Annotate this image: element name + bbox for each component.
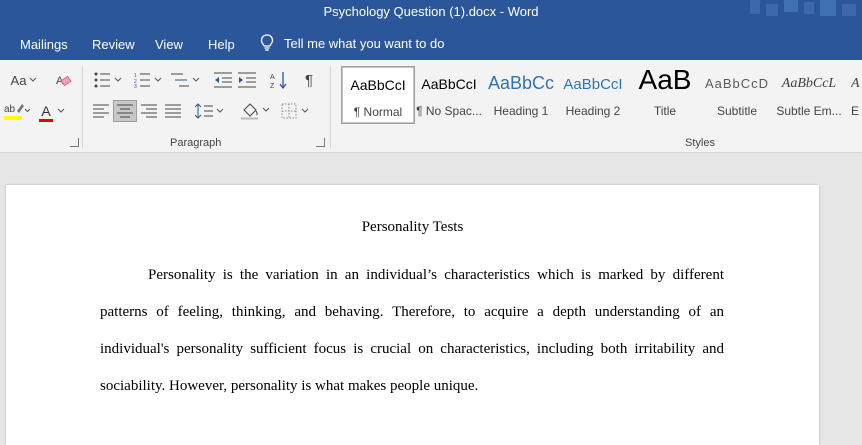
align-center-icon xyxy=(117,104,133,118)
clear-formatting-button[interactable]: A xyxy=(52,69,74,91)
paragraph-dialog-launcher[interactable] xyxy=(316,138,325,147)
multilevel-list-button[interactable] xyxy=(168,69,204,91)
style-normal[interactable]: AaBbCcI ¶ Normal xyxy=(341,66,415,124)
title-bar: Psychology Question (1).docx - Word xyxy=(0,0,862,28)
font-dialog-launcher[interactable] xyxy=(70,138,79,147)
styles-group-label: Styles xyxy=(685,137,715,149)
style-sample: AaBbCcI xyxy=(350,77,406,93)
paragraph-group-label: Paragraph xyxy=(170,137,222,149)
align-right-icon xyxy=(141,104,157,118)
style-subtitle[interactable]: AaBbCcD Subtitle xyxy=(701,66,773,122)
lightbulb-icon xyxy=(260,34,274,51)
style-sample: AaBbCc xyxy=(487,73,555,93)
numbering-button[interactable]: 1 2 3 xyxy=(130,69,166,91)
decrease-indent-icon xyxy=(214,72,232,88)
style-name: ¶ No Spac... xyxy=(416,104,482,118)
paragraph-line: individual's personality sufficient focu… xyxy=(100,341,724,357)
tab-mailings[interactable]: Mailings xyxy=(20,37,68,52)
style-name: Heading 2 xyxy=(565,104,621,118)
borders-icon xyxy=(281,103,309,119)
highlighter-icon: ab xyxy=(4,104,30,120)
borders-button[interactable] xyxy=(278,100,312,122)
decrease-indent-button[interactable] xyxy=(212,69,234,91)
align-right-button[interactable] xyxy=(138,100,160,122)
group-separator xyxy=(330,66,331,148)
document-paragraph: Personality is the variation in an indiv… xyxy=(100,257,724,405)
ribbon-tabs: Mailings Review View Help Tell me what y… xyxy=(0,28,862,60)
window-title: Psychology Question (1).docx - Word xyxy=(323,4,539,19)
font-color-swatch xyxy=(39,119,53,122)
paragraph-line: Personality is the variation in an indiv… xyxy=(148,267,724,283)
sort-button[interactable]: A Z xyxy=(268,69,290,91)
bullet-list-icon xyxy=(94,72,122,88)
style-sample: AaBbCcD xyxy=(704,76,770,91)
svg-text:Z: Z xyxy=(270,83,275,89)
sort-icon: A Z xyxy=(270,72,287,89)
shading-button[interactable] xyxy=(238,100,272,122)
style-sample: AaB xyxy=(638,64,692,95)
style-no-spacing[interactable]: AaBbCcI ¶ No Spac... xyxy=(413,66,485,122)
increase-indent-button[interactable] xyxy=(236,69,258,91)
paint-bucket-icon xyxy=(241,103,269,120)
change-case-button[interactable]: Aa xyxy=(8,69,40,91)
style-subtle-emphasis[interactable]: AaBbCcL Subtle Em... xyxy=(773,66,845,122)
svg-text:A: A xyxy=(270,74,275,81)
chevron-down-icon xyxy=(57,108,65,113)
style-name: Title xyxy=(653,104,677,118)
align-left-button[interactable] xyxy=(90,100,112,122)
font-color-button[interactable]: A xyxy=(38,100,68,122)
style-name: ¶ Normal xyxy=(353,105,403,119)
style-sample: A xyxy=(851,76,860,91)
tell-me-label: Tell me what you want to do xyxy=(284,35,445,51)
style-heading-1[interactable]: AaBbCc Heading 1 xyxy=(485,66,557,122)
tell-me-box[interactable]: Tell me what you want to do xyxy=(260,34,444,52)
highlight-color-button[interactable]: ab xyxy=(0,100,34,122)
ribbon: Aa A ab A 1 2 3 A Z ¶ Paragraph AaBbCcI … xyxy=(0,60,862,153)
tab-help[interactable]: Help xyxy=(208,37,235,52)
style-sample: AaBbCcL xyxy=(781,76,837,91)
align-left-icon xyxy=(93,104,109,118)
justify-button[interactable] xyxy=(162,100,184,122)
tab-view[interactable]: View xyxy=(155,37,183,52)
style-heading-2[interactable]: AaBbCcI Heading 2 xyxy=(557,66,629,122)
svg-text:ab: ab xyxy=(4,104,16,115)
chevron-down-icon xyxy=(30,77,37,82)
pilcrow-icon[interactable]: ¶ xyxy=(298,69,320,91)
tab-review[interactable]: Review xyxy=(92,37,135,52)
style-sample: AaBbCcI xyxy=(421,76,477,92)
line-spacing-icon xyxy=(195,103,223,119)
font-color-letter: A xyxy=(41,103,51,119)
line-spacing-button[interactable] xyxy=(192,100,226,122)
document-canvas: Personality Tests Personality is the var… xyxy=(0,153,862,445)
increase-indent-icon xyxy=(238,72,256,88)
style-name: E xyxy=(851,104,860,118)
style-emphasis-partial[interactable]: A E xyxy=(845,66,862,122)
style-title[interactable]: AaB Title xyxy=(629,64,701,122)
style-name: Subtitle xyxy=(716,104,758,118)
document-page[interactable]: Personality Tests Personality is the var… xyxy=(6,185,819,445)
change-case-label: Aa xyxy=(10,72,27,88)
paragraph-line: patterns of feeling, thinking, and behav… xyxy=(100,304,724,320)
svg-text:3: 3 xyxy=(134,84,137,88)
paragraph-line: sociability. However, personality is wha… xyxy=(100,378,479,394)
document-title: Personality Tests xyxy=(361,219,464,235)
eraser-icon: A xyxy=(56,75,72,87)
style-name: Heading 1 xyxy=(493,104,549,118)
numbered-list-icon: 1 2 3 xyxy=(134,73,162,88)
style-sample: AaBbCcI xyxy=(563,76,623,93)
bullets-button[interactable] xyxy=(90,69,126,91)
align-center-button[interactable] xyxy=(113,100,137,122)
group-separator xyxy=(82,66,83,148)
justify-icon xyxy=(165,104,181,118)
multilevel-list-icon xyxy=(171,73,200,87)
style-name: Subtle Em... xyxy=(776,104,842,118)
